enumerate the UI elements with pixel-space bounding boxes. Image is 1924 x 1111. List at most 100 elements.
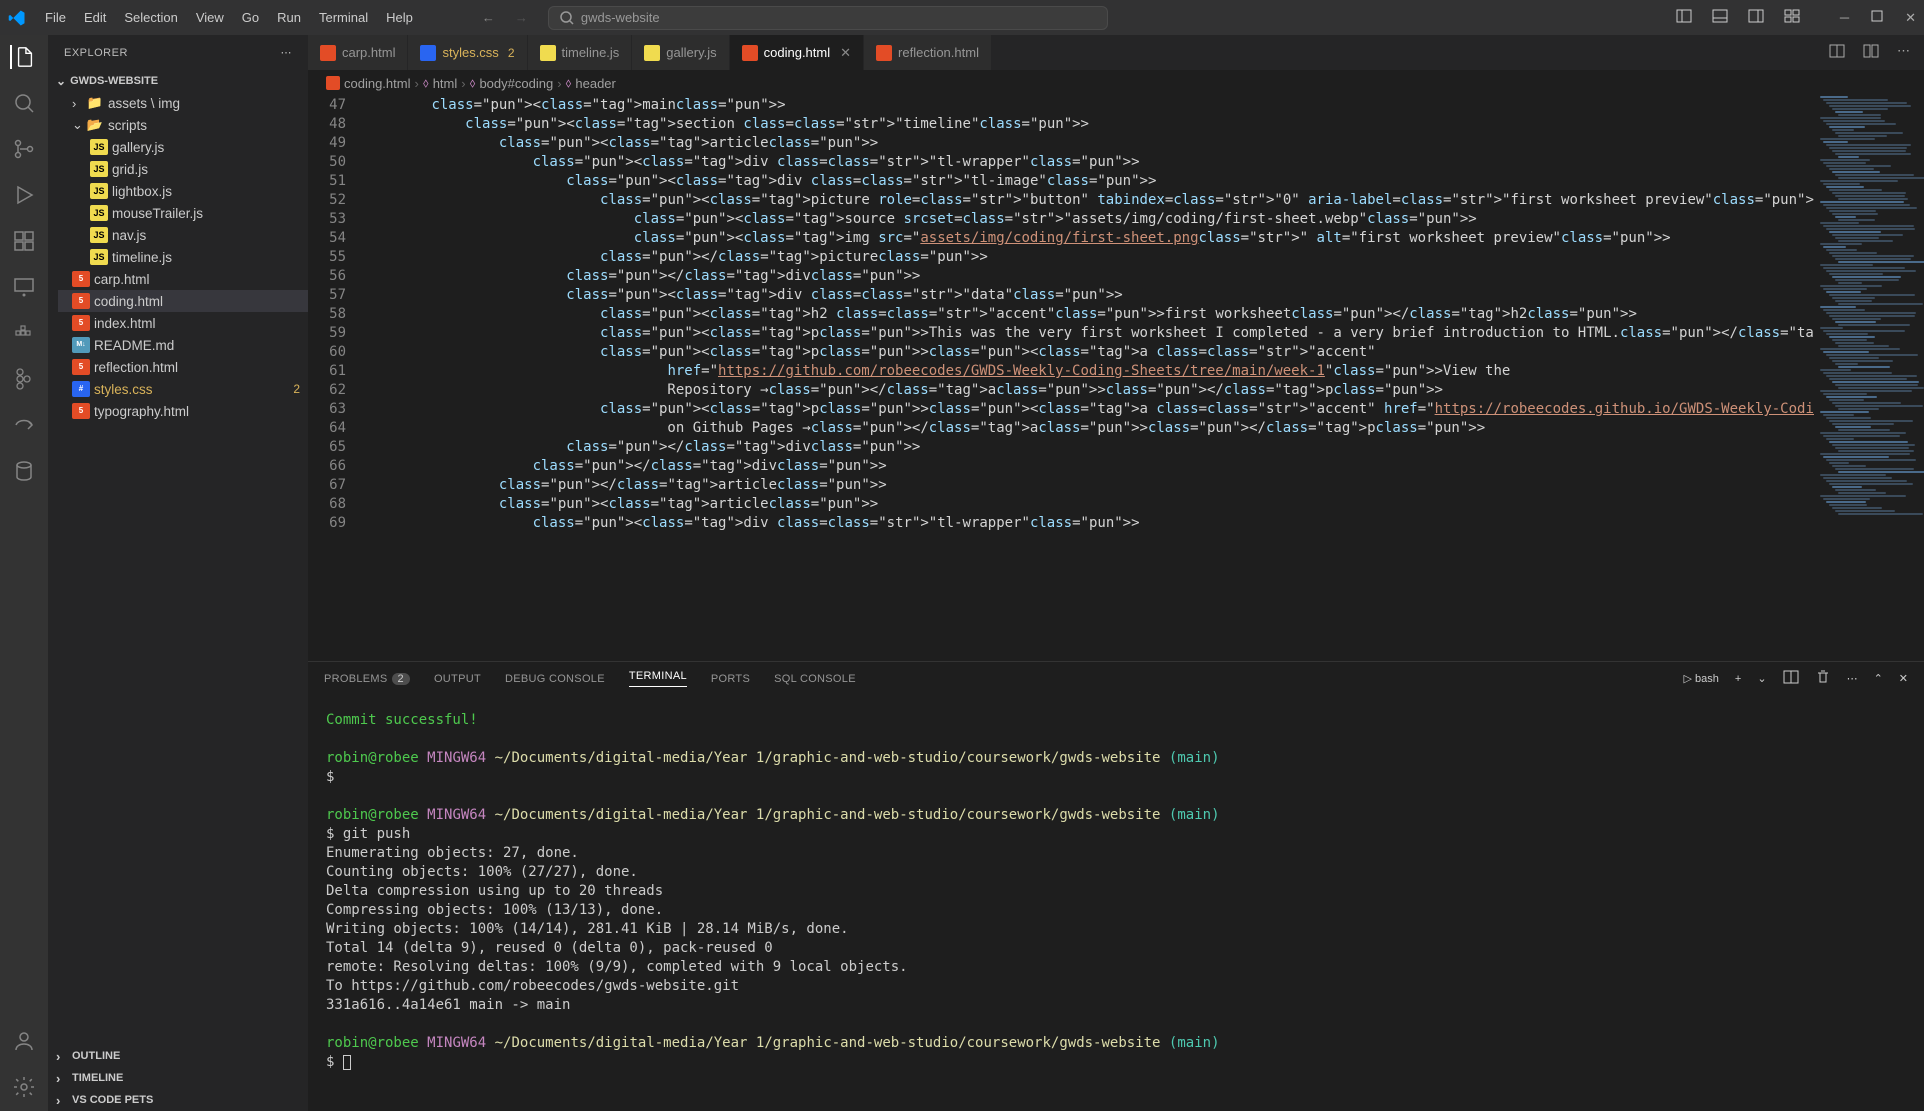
command-center[interactable]: gwds-website — [548, 6, 1108, 30]
close-tab-icon[interactable]: ✕ — [840, 45, 851, 61]
panel-tab-ports[interactable]: PORTS — [711, 673, 750, 685]
minimize-icon[interactable]: ─ — [1840, 10, 1849, 25]
tab-styles[interactable]: styles.css2 — [408, 35, 527, 70]
md-icon: M↓ — [72, 337, 90, 353]
panel-tab-terminal[interactable]: TERMINAL — [629, 670, 687, 687]
html-icon: 5 — [72, 359, 90, 375]
editor-body[interactable]: 4748495051525354555657585960616263646566… — [308, 96, 1924, 661]
outline-section[interactable]: ›OUTLINE — [48, 1045, 308, 1067]
menu-go[interactable]: Go — [233, 4, 268, 31]
file-lightbox-js[interactable]: JSlightbox.js — [58, 180, 308, 202]
menu-view[interactable]: View — [187, 4, 233, 31]
file-grid-js[interactable]: JSgrid.js — [58, 158, 308, 180]
menu-edit[interactable]: Edit — [75, 4, 115, 31]
menu-help[interactable]: Help — [377, 4, 422, 31]
panel-tab-debug[interactable]: DEBUG CONSOLE — [505, 673, 605, 685]
account-icon[interactable] — [12, 1029, 36, 1053]
diff-icon[interactable] — [1863, 43, 1879, 62]
terminal-dropdown-icon[interactable]: ⌄ — [1757, 672, 1766, 685]
js-icon: JS — [90, 205, 108, 221]
tab-reflection[interactable]: reflection.html — [864, 35, 992, 70]
run-debug-icon[interactable] — [12, 183, 36, 207]
settings-gear-icon[interactable] — [12, 1075, 36, 1099]
html-icon: 5 — [72, 293, 90, 309]
file-timeline-js[interactable]: JStimeline.js — [58, 246, 308, 268]
file-carp-html[interactable]: 5carp.html — [58, 268, 308, 290]
layout-toggle-2-icon[interactable] — [1712, 8, 1728, 27]
file-reflection-html[interactable]: 5reflection.html — [58, 356, 308, 378]
file-index-html[interactable]: 5index.html — [58, 312, 308, 334]
search-activity-icon[interactable] — [12, 91, 36, 115]
maximize-icon[interactable] — [1869, 8, 1885, 27]
project-header[interactable]: ⌄ GWDS-WEBSITE — [48, 70, 308, 92]
share-icon[interactable] — [12, 413, 36, 437]
tab-coding[interactable]: coding.html✕ — [730, 35, 864, 70]
breadcrumb[interactable]: coding.html› ⬨html› ⬨body#coding› ⬨heade… — [308, 70, 1924, 96]
tab-gallery[interactable]: gallery.js — [632, 35, 729, 70]
file-gallery-js[interactable]: JSgallery.js — [58, 136, 308, 158]
pets-section[interactable]: ›VS CODE PETS — [48, 1089, 308, 1111]
new-terminal-icon[interactable]: + — [1735, 673, 1741, 685]
figma-icon[interactable] — [12, 367, 36, 391]
menu-run[interactable]: Run — [268, 4, 310, 31]
file-coding-html[interactable]: 5coding.html — [58, 290, 308, 312]
tab-timeline[interactable]: timeline.js — [528, 35, 633, 70]
css-icon — [420, 45, 436, 61]
panel-tab-sql[interactable]: SQL CONSOLE — [774, 673, 856, 685]
js-icon: JS — [90, 183, 108, 199]
folder-assets[interactable]: ›📁assets \ img — [58, 92, 308, 114]
panel-tab-output[interactable]: OUTPUT — [434, 673, 481, 685]
remote-icon[interactable] — [12, 275, 36, 299]
explorer-icon[interactable] — [10, 45, 36, 69]
menu-selection[interactable]: Selection — [115, 4, 186, 31]
html-icon — [320, 45, 336, 61]
maximize-panel-icon[interactable]: ⌃ — [1874, 672, 1883, 685]
folder-scripts[interactable]: ⌄📂scripts — [58, 114, 308, 136]
back-arrow-icon[interactable]: ← — [482, 10, 495, 25]
close-icon[interactable]: ✕ — [1905, 10, 1916, 26]
menu-file[interactable]: File — [36, 4, 75, 31]
timeline-section[interactable]: ›TIMELINE — [48, 1067, 308, 1089]
terminal-more-icon[interactable]: ⋯ — [1847, 672, 1858, 685]
sidebar-header: EXPLORER ⋯ — [48, 35, 308, 70]
layout-toggle-3-icon[interactable] — [1748, 8, 1764, 27]
search-icon — [559, 10, 575, 26]
menu-terminal[interactable]: Terminal — [310, 4, 377, 31]
minimap[interactable] — [1814, 96, 1924, 661]
js-icon — [540, 45, 556, 61]
file-readme-md[interactable]: M↓README.md — [58, 334, 308, 356]
file-nav-js[interactable]: JSnav.js — [58, 224, 308, 246]
more-icon[interactable]: ⋯ — [281, 46, 293, 59]
html-icon: 5 — [72, 403, 90, 419]
split-editor-icon[interactable] — [1829, 43, 1845, 62]
tab-carp[interactable]: carp.html — [308, 35, 408, 70]
layout-customize-icon[interactable] — [1784, 8, 1800, 27]
docker-icon[interactable] — [12, 321, 36, 345]
source-control-icon[interactable] — [12, 137, 36, 161]
terminal-shell-icon[interactable]: ▷ bash — [1684, 672, 1719, 685]
extensions-icon[interactable] — [12, 229, 36, 253]
split-terminal-icon[interactable] — [1783, 669, 1799, 688]
gutter: 4748495051525354555657585960616263646566… — [308, 96, 364, 661]
terminal-body[interactable]: Commit successful! robin@robee MINGW64 ~… — [308, 695, 1924, 1111]
js-icon: JS — [90, 227, 108, 243]
file-typography-html[interactable]: 5typography.html — [58, 400, 308, 422]
code-content[interactable]: class="pun"><class="tag">mainclass="pun"… — [364, 96, 1814, 661]
html-icon — [876, 45, 892, 61]
nav-arrows: ← → — [482, 10, 528, 25]
search-text: gwds-website — [581, 10, 660, 25]
panel-tab-problems[interactable]: PROBLEMS2 — [324, 673, 410, 685]
file-styles-css[interactable]: #styles.css2 — [58, 378, 308, 400]
menu-bar: File Edit Selection View Go Run Terminal… — [36, 4, 422, 31]
layout-toggle-1-icon[interactable] — [1676, 8, 1692, 27]
database-icon[interactable] — [12, 459, 36, 483]
js-icon: JS — [90, 139, 108, 155]
vscode-icon — [8, 9, 26, 27]
main-area: EXPLORER ⋯ ⌄ GWDS-WEBSITE ›📁assets \ img… — [0, 35, 1924, 1111]
more-actions-icon[interactable]: ⋯ — [1897, 43, 1910, 62]
forward-arrow-icon[interactable]: → — [515, 10, 528, 25]
tabs-bar: carp.html styles.css2 timeline.js galler… — [308, 35, 1924, 70]
close-panel-icon[interactable]: ✕ — [1899, 672, 1908, 685]
kill-terminal-icon[interactable] — [1815, 669, 1831, 688]
file-mouseTrailer-js[interactable]: JSmouseTrailer.js — [58, 202, 308, 224]
